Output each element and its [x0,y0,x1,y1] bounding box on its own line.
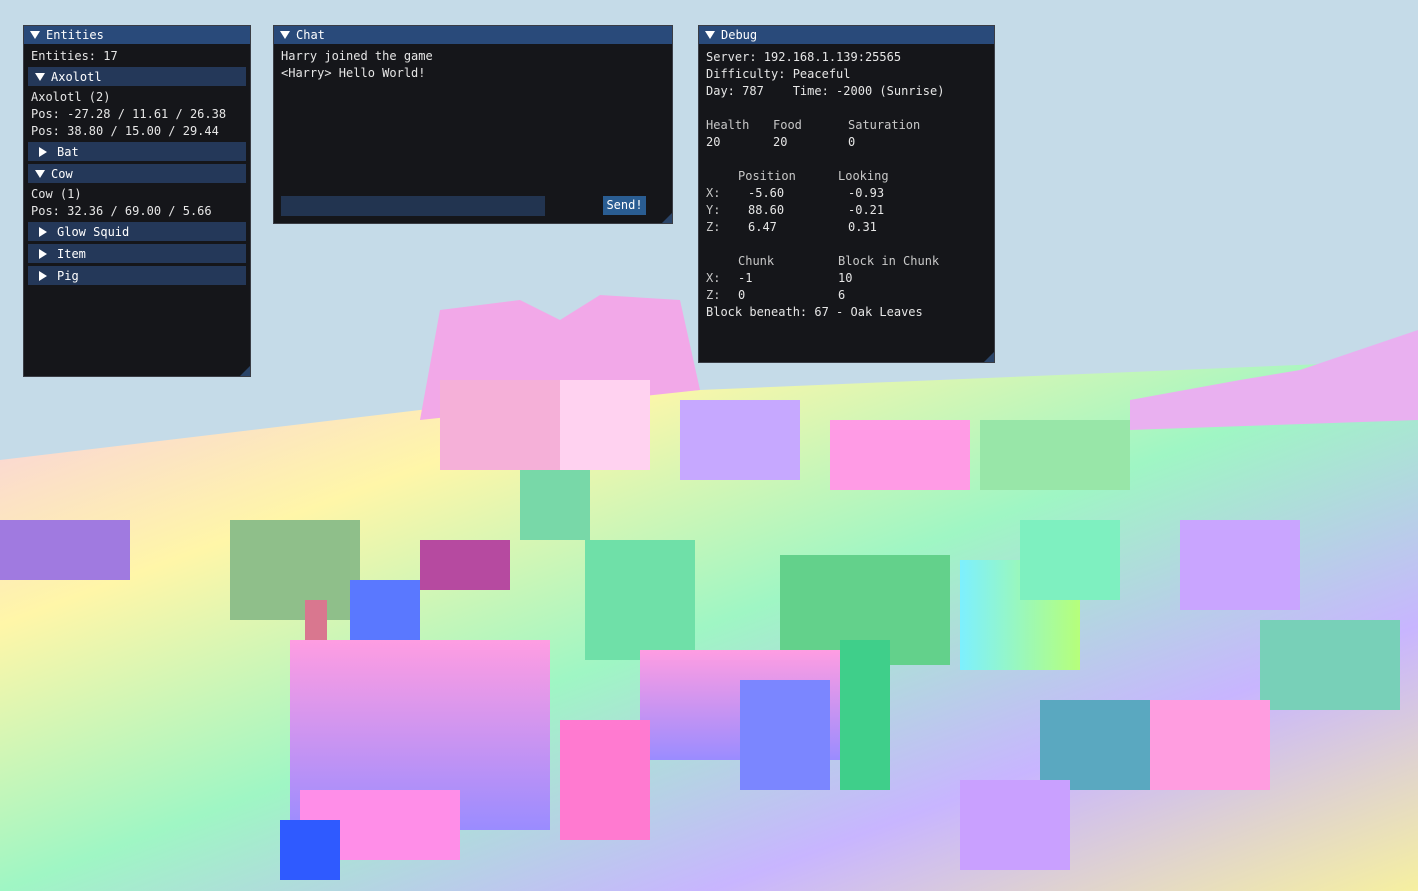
debug-title-bar[interactable]: Debug [699,26,994,44]
entity-line: Pos: -27.28 / 11.61 / 26.38 [31,107,227,121]
position-header: Position [738,169,796,183]
chat-message: Harry joined the game [281,49,433,63]
chat-title: Chat [296,28,325,42]
health-value: 20 [706,135,721,149]
entity-group-axolotl[interactable]: Axolotl [28,67,246,86]
chat-input[interactable] [281,196,545,216]
axis-label: Z: [706,220,721,234]
axis-label: Z: [706,288,721,302]
collapsed-icon [39,226,47,237]
entity-line: Axolotl (2) [31,90,111,104]
entity-group-label: Axolotl [51,69,102,84]
entities-window[interactable]: Entities Entities: 17 Axolotl Axolotl (2… [23,25,251,377]
debug-window[interactable]: Debug Server: 192.168.1.139:25565 Diffic… [698,25,995,363]
food-header: Food [773,118,802,132]
block-x: 10 [838,271,853,285]
position-y: 88.60 [748,203,785,217]
debug-body: Server: 192.168.1.139:25565 Difficulty: … [699,44,994,354]
entity-group-label: Glow Squid [57,224,130,239]
entity-group-label: Cow [51,166,73,181]
entity-group-bat[interactable]: Bat [28,142,246,161]
debug-title: Debug [721,28,758,42]
entity-group-label: Item [57,246,86,261]
looking-x: -0.93 [848,186,885,200]
entities-count: Entities: 17 [31,49,118,63]
entity-group-pig[interactable]: Pig [28,266,246,285]
entity-group-item[interactable]: Item [28,244,246,263]
collapsed-icon [39,270,47,281]
entities-title: Entities [46,28,104,42]
resize-grip[interactable] [240,366,250,376]
looking-y: -0.21 [848,203,885,217]
send-button[interactable]: Send! [603,196,646,215]
collapse-icon[interactable] [280,31,290,39]
entity-line: Pos: 38.80 / 15.00 / 29.44 [31,124,219,138]
chunk-z: 0 [738,288,746,302]
entities-body: Entities: 17 Axolotl Axolotl (2) Pos: -2… [24,44,250,292]
chunk-header: Chunk [738,254,775,268]
chat-title-bar[interactable]: Chat [274,26,672,44]
food-value: 20 [773,135,788,149]
resize-grip[interactable] [662,213,672,223]
block-in-chunk-header: Block in Chunk [838,254,940,268]
saturation-header: Saturation [848,118,921,132]
collapsed-icon [39,248,47,259]
resize-grip[interactable] [984,352,994,362]
chat-message: <Harry> Hello World! [281,66,426,80]
entity-line: Cow (1) [31,187,82,201]
server-info: Server: 192.168.1.139:25565 [706,50,902,64]
expanded-icon [35,169,45,178]
looking-z: 0.31 [848,220,877,234]
entity-group-cow[interactable]: Cow [28,164,246,183]
chunk-x: -1 [738,271,753,285]
chat-window[interactable]: Chat Harry joined the game <Harry> Hello… [273,25,673,224]
position-x: -5.60 [748,186,785,200]
block-beneath: Block beneath: 67 - Oak Leaves [706,305,923,319]
looking-header: Looking [838,169,889,183]
entity-line: Pos: 32.36 / 69.00 / 5.66 [31,204,212,218]
difficulty-info: Difficulty: Peaceful [706,67,851,81]
position-z: 6.47 [748,220,777,234]
expanded-icon [35,72,45,81]
day-time-info: Day: 787 Time: -2000 (Sunrise) [706,84,945,98]
axis-label: X: [706,271,721,285]
entity-group-label: Pig [57,268,79,283]
block-z: 6 [838,288,846,302]
saturation-value: 0 [848,135,856,149]
axis-label: Y: [706,203,721,217]
collapse-icon[interactable] [705,31,715,39]
entities-title-bar[interactable]: Entities [24,26,250,44]
entity-group-glow-squid[interactable]: Glow Squid [28,222,246,241]
collapse-icon[interactable] [30,31,40,39]
entity-group-label: Bat [57,144,79,159]
collapsed-icon [39,146,47,157]
axis-label: X: [706,186,721,200]
chat-log: Harry joined the game <Harry> Hello Worl… [274,44,672,86]
health-header: Health [706,118,750,132]
